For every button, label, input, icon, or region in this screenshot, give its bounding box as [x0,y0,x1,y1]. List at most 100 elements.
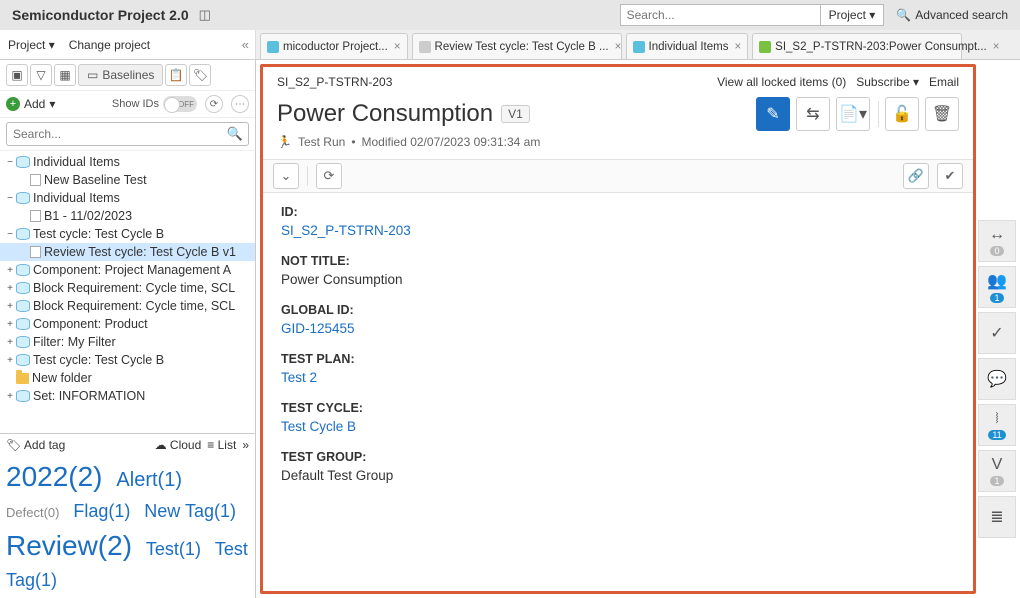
relationship-button[interactable]: ⇆ [796,97,830,131]
tool-baselines-button[interactable]: ▭ Baselines [78,64,163,86]
tree-row[interactable]: −Individual Items [0,189,255,207]
add-button[interactable]: +Add ▾ [6,97,55,111]
close-icon[interactable]: × [734,41,741,53]
global-search-input[interactable] [620,4,820,26]
field-value[interactable]: Test Cycle B [281,419,955,434]
tree-row[interactable]: Review Test cycle: Test Cycle B v1 [0,243,255,261]
tag-view-cloud[interactable]: ☁ Cloud [155,438,202,452]
field-value[interactable]: Test 2 [281,370,955,385]
twisty-icon[interactable]: + [4,319,16,330]
twisty-icon[interactable]: − [4,193,16,204]
tool-tag-icon[interactable]: 🏷 [189,64,211,86]
tab[interactable]: micoductor Project...× [260,33,408,59]
tab-icon [759,41,771,53]
tag[interactable]: Flag(1) [73,501,130,521]
tree-row[interactable]: +Block Requirement: Cycle time, SCL [0,297,255,315]
tree-row[interactable]: B1 - 11/02/2023 [0,207,255,225]
rail-button[interactable]: 👥1 [978,266,1016,308]
tab[interactable]: Review Test cycle: Test Cycle B ...× [412,33,622,59]
search-scope-label: Project [829,8,866,22]
tree-row[interactable]: +Set: INFORMATION [0,387,255,405]
rail-button[interactable]: V1 [978,450,1016,492]
link-icon[interactable]: 🔗 [903,163,929,189]
close-icon[interactable]: × [394,41,401,53]
tree-row[interactable]: New folder [0,369,255,387]
close-icon[interactable]: × [615,41,622,53]
tag[interactable]: Test(1) [146,539,201,559]
refresh-icon[interactable]: ⟳ [316,163,342,189]
rail-button[interactable]: 💬 [978,358,1016,400]
project-dropdown[interactable]: Project ▾ [8,38,55,52]
more-tree-icon[interactable]: ⋯ [231,95,249,113]
tree-label: Filter: My Filter [33,335,116,349]
sidebar-search-input[interactable] [6,122,249,146]
rail-icon: ≣ [990,507,1003,527]
twisty-icon[interactable]: − [4,229,16,240]
tag[interactable]: New Tag(1) [144,501,236,521]
subtitle-row: 🏃 Test Run • Modified 02/07/2023 09:31:3… [263,135,973,159]
tree-row[interactable]: New Baseline Test [0,171,255,189]
advanced-search-link[interactable]: 🔍 Advanced search [896,8,1008,22]
twisty-icon[interactable]: + [4,301,16,312]
rail-button[interactable]: ≣ [978,496,1016,538]
twisty-icon[interactable]: + [4,337,16,348]
change-project-link[interactable]: Change project [69,38,150,52]
close-icon[interactable]: × [993,41,1000,53]
tool-expand-icon[interactable]: ▣ [6,64,28,86]
tool-clipboard-icon[interactable]: 📋 [165,64,187,86]
tag-expand-icon[interactable]: » [242,438,249,452]
rail-icon: ⧘ [995,410,998,428]
tool-grid-icon[interactable]: ▦ [54,64,76,86]
tree-row[interactable]: + Block Requirement: Cycle time, SCL [0,279,255,297]
database-icon [16,228,30,240]
tag[interactable]: Review(2) [6,530,132,561]
tree-row[interactable]: +Test cycle: Test Cycle B [0,351,255,369]
tree-label: New Baseline Test [44,173,147,187]
tree-row[interactable]: +Component: Product [0,315,255,333]
field-value[interactable]: SI_S2_P-TSTRN-203 [281,223,955,238]
tree-row[interactable]: +Component: Project Management A [0,261,255,279]
tree-row[interactable]: −Test cycle: Test Cycle B [0,225,255,243]
show-ids-toggle[interactable]: Show IDs OFF [112,96,197,112]
rail-button[interactable]: ↔0 [978,220,1016,262]
twisty-icon[interactable]: + [4,283,16,294]
search-scope-dropdown[interactable]: Project ▾ [820,4,885,26]
delete-button[interactable]: 🗑 [925,97,959,131]
collapse-all-icon[interactable]: ⌄ [273,163,299,189]
export-dropdown[interactable]: 📄▾ [836,97,870,131]
refresh-tree-icon[interactable]: ⟳ [205,95,223,113]
tool-filter-icon[interactable]: ▽ [30,64,52,86]
tab[interactable]: Individual Items× [626,33,749,59]
field: ID:SI_S2_P-TSTRN-203 [281,205,955,238]
subscribe-dropdown[interactable]: Subscribe ▾ [856,75,919,89]
locked-items-link[interactable]: View all locked items (0) [717,75,846,89]
tag-view-list[interactable]: ≡ List [207,438,236,452]
tree-label: New folder [32,371,92,385]
field-value[interactable]: GID-125455 [281,321,955,336]
rail-button[interactable]: ✓ [978,312,1016,354]
field-value: Power Consumption [281,272,955,287]
twisty-icon[interactable]: − [4,157,16,168]
right-rail: ↔0👥1✓ 💬 ⧘11 V1 ≣ [978,220,1018,538]
tag[interactable]: Defect(0) [6,505,59,520]
tree-row[interactable]: + Filter: My Filter [0,333,255,351]
status-check-icon[interactable]: ✔ [937,163,963,189]
edit-button[interactable]: ✎ [756,97,790,131]
rail-icon: 💬 [987,369,1007,389]
field: TEST CYCLE:Test Cycle B [281,401,955,434]
twisty-icon[interactable]: + [4,265,16,276]
collapse-sidebar-icon[interactable]: « [242,37,249,52]
rail-button[interactable]: ⧘11 [978,404,1016,446]
email-link[interactable]: Email [929,75,959,89]
twisty-icon[interactable]: + [4,391,16,402]
tag[interactable]: Alert(1) [116,469,182,491]
window-icon[interactable]: ◫ [199,7,211,23]
tag[interactable]: 2022(2) [6,461,103,492]
add-tag-button[interactable]: 🏷 Add tag [6,438,65,452]
tab[interactable]: SI_S2_P-TSTRN-203:Power Consumpt...× [752,33,962,59]
tree-row[interactable]: −Individual Items [0,153,255,171]
tree-label: Block Requirement: Cycle time, SCL [33,281,235,295]
lock-button[interactable]: 🔓 [885,97,919,131]
twisty-icon[interactable]: + [4,355,16,366]
item-type: Test Run [298,135,345,149]
